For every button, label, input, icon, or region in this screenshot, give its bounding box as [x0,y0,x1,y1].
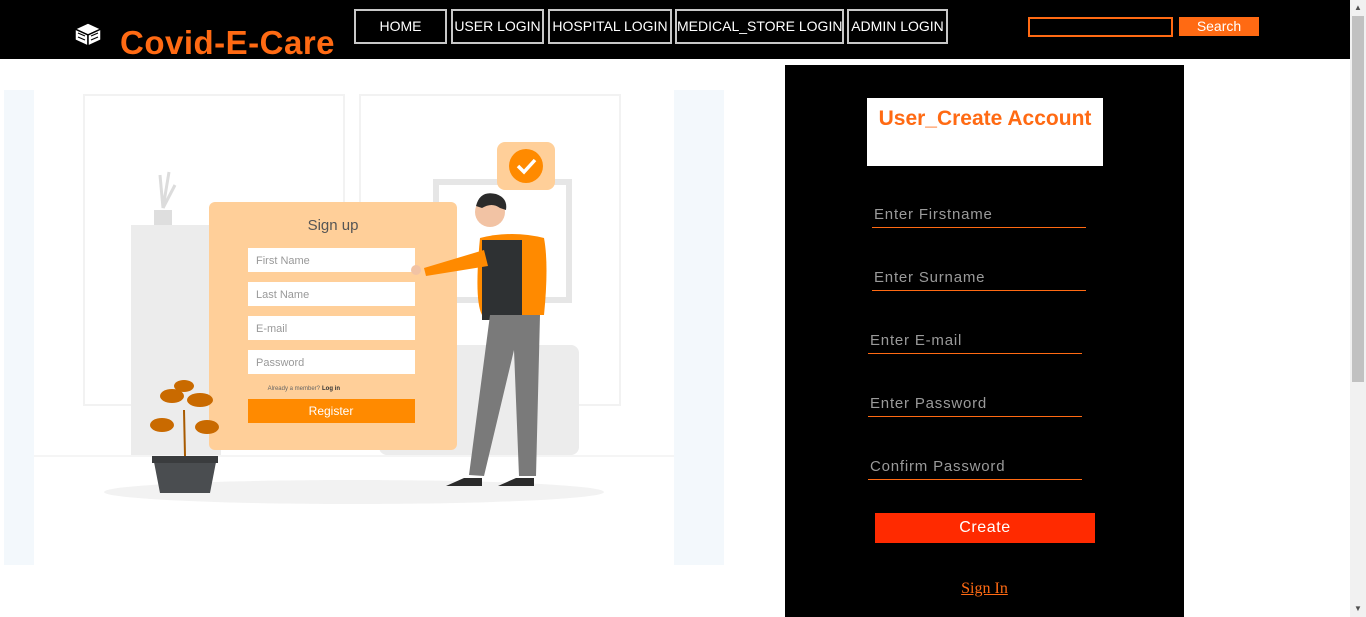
create-account-panel: User_Create Account Create Sign In [785,65,1184,617]
email-input[interactable] [868,328,1082,354]
scroll-thumb[interactable] [1352,16,1364,382]
nav-medical-store-login-button[interactable]: MEDICAL_STORE LOGIN [675,9,844,44]
scroll-up-icon[interactable]: ▲ [1350,0,1366,16]
surname-input[interactable] [872,265,1086,291]
confirm-password-input[interactable] [868,454,1082,480]
nav-hospital-login-button[interactable]: HOSPITAL LOGIN [548,9,672,44]
search-input[interactable] [1028,17,1173,37]
brand-title: Covid-E-Care [120,24,336,61]
signup-illustration: Sign up First Name Last Name E-mail Pass… [4,90,724,565]
illustration-field-email: E-mail [256,323,287,335]
nav-user-login-button[interactable]: USER LOGIN [451,9,544,44]
form-title: User_Create Account [867,98,1103,166]
top-navbar: Covid-E-Care HOME USER LOGIN HOSPITAL LO… [0,0,1350,61]
search-button[interactable]: Search [1179,17,1259,36]
nav-admin-login-button[interactable]: ADMIN LOGIN [847,9,948,44]
create-button[interactable]: Create [875,513,1095,543]
nav-home-button[interactable]: HOME [354,9,447,44]
illustration-field-password: Password [256,357,304,369]
firstname-input[interactable] [872,202,1086,228]
cube-stack-icon [73,22,103,48]
illustration-field-first-name: First Name [256,255,310,267]
illustration-login-text: Log in [322,386,340,392]
illustration-heading: Sign up [308,217,359,234]
illustration-member-text: Already a member? [268,386,321,392]
illustration-register-label: Register [309,404,354,418]
page-scrollbar[interactable]: ▲ ▼ [1350,0,1366,617]
illustration-field-last-name: Last Name [256,289,309,301]
sign-in-link[interactable]: Sign In [785,580,1184,598]
password-input[interactable] [868,391,1082,417]
scroll-down-icon[interactable]: ▼ [1350,601,1366,617]
